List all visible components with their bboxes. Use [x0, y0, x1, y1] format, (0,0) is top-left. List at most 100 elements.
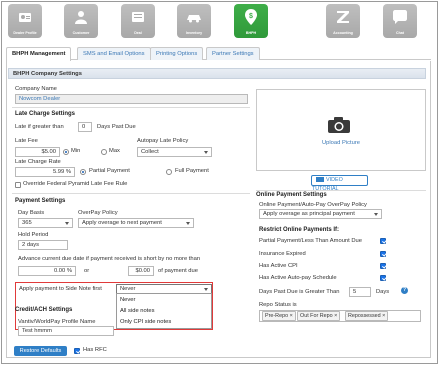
select-value: Never — [120, 286, 136, 292]
dropdown-option-never[interactable]: Never — [120, 297, 135, 303]
restrict-autopay-checkbox[interactable] — [380, 275, 386, 281]
max-radio[interactable] — [101, 149, 107, 155]
restrict-cpi-label: Has Active CPI — [259, 263, 298, 269]
days-past-due-label: Days Past Due — [97, 124, 136, 130]
select-value: Collect — [141, 149, 159, 155]
picture-box[interactable]: Upload Picture — [256, 89, 426, 171]
override-pyramid-checkbox[interactable] — [15, 182, 21, 188]
video-tutorial-button[interactable]: VIDEO TUTORIAL — [311, 175, 368, 192]
select-value: 365 — [22, 220, 32, 226]
advance-percent-input[interactable]: 0.00 % — [18, 266, 76, 276]
divider — [12, 107, 250, 108]
repo-tag-pre-repo[interactable]: Pre-Repo × — [262, 311, 296, 321]
partial-payment-label: Partial Payment — [89, 168, 130, 174]
remove-tag-icon[interactable]: × — [382, 313, 385, 319]
nav-dealer-profile[interactable]: Dealer Profile — [8, 4, 42, 38]
nav-accounting[interactable]: Accounting — [326, 4, 360, 38]
days-label: Days — [376, 289, 390, 295]
section-header: BHPH Company Settings — [8, 68, 426, 79]
restrict-cpi-checkbox[interactable] — [380, 263, 386, 269]
payment-settings-heading: Payment Settings — [15, 198, 66, 204]
side-note-dropdown: Never All side notes Only CPI side notes — [116, 293, 212, 329]
help-icon[interactable]: ? — [401, 287, 408, 294]
tag-label: Pre-Repo — [265, 313, 289, 319]
nav-label: Deal — [134, 31, 142, 35]
tab-partner-settings[interactable]: Partner Settings — [206, 47, 260, 60]
tab-sms-email-options[interactable]: SMS and Email Options — [77, 47, 151, 60]
company-name-field[interactable]: Nowcom Dealer — [15, 94, 248, 104]
settings-tabs: BHPH Management SMS and Email Options Pr… — [6, 47, 431, 61]
full-payment-label: Full Payment — [175, 168, 209, 174]
repo-tag-repossessed[interactable]: Repossessed × — [345, 311, 389, 321]
autopay-late-policy-select[interactable]: Collect — [137, 147, 212, 157]
late-fee-input[interactable]: $5.00 — [15, 147, 60, 157]
day-basis-select[interactable]: 365 — [18, 218, 73, 228]
nav-customer[interactable]: Customer — [64, 4, 98, 38]
svg-text:$: $ — [249, 13, 253, 20]
credit-ach-heading: Credit/ACH Settings — [15, 307, 73, 313]
vantiv-profile-input[interactable]: Test hmmm — [18, 326, 114, 336]
online-overpay-select[interactable]: Apply overage as principal payment — [259, 209, 382, 219]
min-radio[interactable] — [63, 149, 69, 155]
online-overpay-label: Online Payment/Auto-Pay OverPay Policy — [259, 202, 367, 208]
of-payment-due-label: of payment due — [158, 268, 198, 274]
tag-label: Repossessed — [348, 313, 381, 319]
chevron-down-icon — [204, 151, 208, 154]
partial-payment-radio[interactable] — [80, 169, 86, 175]
tab-printing-options[interactable]: Printing Options — [150, 47, 204, 60]
nav-label: Dealer Profile — [13, 31, 37, 35]
accounting-z-icon — [337, 11, 349, 23]
customer-icon — [75, 11, 87, 24]
has-rfc-label: Has RFC — [83, 347, 107, 353]
nav-label: BHPH — [245, 31, 257, 35]
advance-amount-input[interactable]: $0.00 — [128, 266, 154, 276]
hold-period-input[interactable]: 2 days — [18, 240, 68, 250]
late-charge-heading: Late Charge Settings — [15, 111, 76, 117]
overpay-policy-select[interactable]: Apply overage to next payment — [78, 218, 194, 228]
online-payment-heading: Online Payment Settings — [256, 192, 327, 198]
divider — [12, 193, 250, 194]
nav-label: Customer — [72, 31, 90, 35]
select-value: Apply overage as principal payment — [263, 211, 355, 217]
chevron-down-icon — [374, 213, 378, 216]
section-title: BHPH Company Settings — [13, 70, 82, 77]
or-label: or — [84, 268, 90, 274]
late-charge-rate-input[interactable]: 5.99 % — [15, 167, 75, 177]
repo-tag-out-for-repo[interactable]: Out For Repo × — [297, 311, 341, 321]
dropdown-option-all-side-notes[interactable]: All side notes — [120, 308, 154, 314]
restrict-partial-checkbox[interactable] — [380, 238, 386, 244]
advance-due-date-label: Advance current due date if payment rece… — [18, 256, 201, 262]
late-days-input[interactable]: 0 — [78, 122, 92, 132]
late-fee-label: Late Fee — [15, 138, 38, 144]
days-past-due-greater-label: Days Past Due is Greater Than — [259, 289, 340, 295]
remove-tag-icon[interactable]: × — [290, 313, 293, 319]
restrict-insurance-checkbox[interactable] — [380, 251, 386, 257]
overpay-policy-label: OverPay Policy — [78, 210, 118, 216]
days-past-due-input[interactable]: 5 — [349, 287, 371, 297]
video-icon — [316, 177, 324, 182]
day-basis-label: Day Basis — [18, 210, 45, 216]
repo-status-label: Repo Status is — [259, 302, 297, 308]
min-label: Min — [71, 148, 81, 154]
dropdown-option-only-cpi[interactable]: Only CPI side notes — [120, 319, 171, 325]
autopay-late-policy-label: Autopay Late Policy — [137, 138, 189, 144]
has-rfc-checkbox[interactable] — [74, 348, 80, 354]
top-nav: Dealer Profile Customer Deal Inventory $… — [2, 2, 435, 40]
nav-inventory[interactable]: Inventory — [177, 4, 211, 38]
car-icon — [187, 15, 201, 23]
nav-deal[interactable]: Deal — [121, 4, 155, 38]
nav-chat[interactable]: Chat — [383, 4, 417, 38]
nav-bhph[interactable]: $ BHPH — [234, 4, 268, 38]
restore-defaults-button[interactable]: Restore Defaults — [14, 346, 67, 356]
remove-tag-icon[interactable]: × — [334, 313, 337, 319]
late-charge-rate-label: Late Charge Rate — [15, 159, 61, 165]
tag-label: Out For Repo — [300, 313, 333, 319]
upload-picture-link[interactable]: Upload Picture — [257, 140, 425, 146]
tab-bhph-management[interactable]: BHPH Management — [6, 47, 72, 61]
chat-icon — [393, 10, 407, 24]
bhph-pin-icon: $ — [245, 9, 257, 25]
full-payment-radio[interactable] — [166, 169, 172, 175]
nav-label: Chat — [396, 31, 404, 35]
vantiv-profile-label: Vantiv/WorldPay Profile Name — [18, 319, 96, 325]
dealer-profile-icon — [19, 13, 31, 22]
